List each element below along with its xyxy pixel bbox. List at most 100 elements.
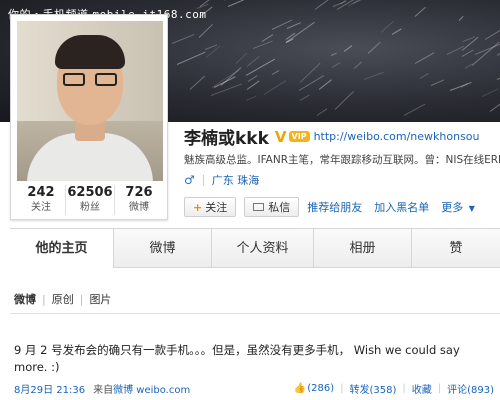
stat-fans[interactable]: 62506 粉丝 bbox=[66, 185, 115, 215]
thumbs-up-icon: 👍 bbox=[293, 383, 307, 394]
separator: | bbox=[42, 292, 46, 306]
star-trail bbox=[414, 6, 427, 17]
post-time-link[interactable]: 8月29日 21:36 bbox=[14, 381, 85, 396]
vip-badge-icon[interactable]: VIP bbox=[288, 131, 310, 142]
star-trail bbox=[391, 28, 402, 35]
tab-likes[interactable]: 赞 bbox=[412, 229, 500, 268]
filter-all[interactable]: 微博 bbox=[14, 291, 36, 307]
profile-url-link[interactable]: http://weibo.com/newkhonsou bbox=[314, 130, 480, 143]
blacklist-link[interactable]: 加入黑名单 bbox=[374, 199, 429, 215]
location-link[interactable]: 广东 珠海 bbox=[212, 172, 260, 188]
tab-profile-info[interactable]: 个人资料 bbox=[212, 229, 314, 268]
male-icon: ♂ bbox=[184, 173, 195, 187]
profile-stats: 242 关注 62506 粉丝 726 微博 bbox=[17, 185, 163, 215]
star-trail bbox=[189, 75, 205, 90]
star-trail bbox=[334, 90, 354, 110]
star-trail bbox=[176, 52, 206, 66]
message-button[interactable]: 私信 bbox=[244, 197, 300, 217]
star-trail bbox=[300, 93, 311, 101]
separator: | bbox=[437, 383, 442, 394]
more-menu[interactable]: 更多 ▼ bbox=[441, 199, 475, 215]
follow-button[interactable]: + 关注 bbox=[184, 197, 237, 217]
star-trail bbox=[318, 78, 332, 90]
stat-posts-count: 726 bbox=[125, 185, 153, 200]
star-trail bbox=[331, 62, 341, 69]
stat-posts[interactable]: 726 微博 bbox=[115, 185, 163, 215]
chevron-down-icon: ▼ bbox=[468, 204, 475, 213]
star-trail bbox=[420, 73, 430, 80]
separator: | bbox=[79, 292, 84, 306]
divider bbox=[202, 174, 204, 186]
profile-actions: + 关注 私信 推荐给朋友 加入黑名单 更多 ▼ bbox=[184, 197, 475, 217]
star-trail bbox=[403, 103, 426, 117]
star-trail bbox=[474, 41, 500, 55]
stat-fans-count: 62506 bbox=[67, 185, 113, 200]
post-source-link[interactable]: 微博 weibo.com bbox=[113, 381, 190, 396]
star-trail bbox=[235, 52, 248, 65]
recommend-link[interactable]: 推荐给朋友 bbox=[307, 199, 362, 215]
separator: | bbox=[402, 383, 406, 394]
star-trail bbox=[353, 61, 362, 69]
star-trail bbox=[458, 15, 464, 21]
profile-meta: ♂ 广东 珠海 bbox=[184, 172, 259, 188]
star-trail bbox=[363, 72, 384, 81]
stat-posts-label: 微博 bbox=[129, 202, 149, 213]
star-trail bbox=[316, 108, 327, 116]
star-trail bbox=[414, 52, 435, 65]
filter-original[interactable]: 原创 bbox=[52, 291, 74, 307]
star-trail bbox=[287, 21, 302, 29]
star-trail bbox=[245, 95, 257, 101]
like-button[interactable]: 👍(286) bbox=[294, 383, 334, 394]
star-trail bbox=[299, 62, 321, 84]
star-trail bbox=[271, 19, 292, 31]
more-menu-label: 更多 bbox=[441, 201, 464, 214]
like-count: (286) bbox=[307, 383, 335, 394]
repost-button[interactable]: 转发(358) bbox=[349, 381, 396, 396]
star-trail bbox=[172, 34, 195, 45]
star-trail bbox=[247, 74, 257, 82]
stat-fans-label: 粉丝 bbox=[80, 202, 100, 213]
star-trail bbox=[380, 21, 394, 34]
post-text: 9 月 2 号发布会的确只有一款手机。。。但是，虽然没有更多手机， Wish w… bbox=[14, 343, 460, 374]
envelope-icon bbox=[253, 203, 265, 211]
profile-tabs: 他的主页 微博 个人资料 相册 赞 bbox=[10, 228, 500, 268]
profile-name: 李楠或kkk bbox=[184, 129, 269, 149]
tab-home[interactable]: 他的主页 bbox=[10, 229, 114, 268]
star-trail bbox=[263, 80, 286, 95]
stat-following-label: 关注 bbox=[31, 202, 51, 213]
comment-button[interactable]: 评论(893) bbox=[447, 381, 494, 396]
avatar-card: 242 关注 62506 粉丝 726 微博 bbox=[10, 14, 168, 220]
star-trail bbox=[367, 41, 382, 54]
feed-filters: 微博 | 原创 | 图片 bbox=[14, 291, 111, 307]
message-button-label: 私信 bbox=[268, 201, 291, 214]
star-trail bbox=[461, 50, 474, 58]
post-meta: 8月29日 21:36 来自 微博 weibo.com 👍(286) | 转发(… bbox=[14, 381, 494, 396]
star-trail bbox=[271, 70, 280, 75]
star-trail bbox=[449, 82, 472, 92]
stat-following-count: 242 bbox=[27, 185, 55, 200]
star-trail bbox=[430, 79, 445, 86]
star-trail bbox=[330, 52, 337, 56]
star-trail bbox=[489, 92, 500, 113]
post-actions: 👍(286) | 转发(358) | 收藏 | 评论(893) bbox=[294, 381, 494, 396]
filter-images[interactable]: 图片 bbox=[89, 291, 111, 307]
verified-icon[interactable]: V bbox=[275, 128, 287, 146]
star-trail bbox=[464, 63, 473, 70]
star-trail bbox=[496, 74, 500, 81]
separator: | bbox=[340, 383, 344, 394]
tab-weibo[interactable]: 微博 bbox=[114, 229, 212, 268]
profile-bio: 魅族高级总监。IFANR主笔，常年跟踪移动互联网。曾：NIS在线ERP系统 bbox=[184, 154, 500, 166]
tab-album[interactable]: 相册 bbox=[314, 229, 412, 268]
star-trail bbox=[343, 44, 353, 52]
star-trail bbox=[285, 21, 316, 43]
star-trail bbox=[198, 23, 214, 38]
follow-button-label: 关注 bbox=[205, 201, 228, 214]
favorite-button[interactable]: 收藏 bbox=[412, 381, 432, 396]
star-trail bbox=[484, 29, 500, 40]
plus-icon: + bbox=[193, 200, 203, 214]
avatar[interactable] bbox=[17, 21, 163, 181]
star-trail bbox=[481, 88, 499, 98]
stat-following[interactable]: 242 关注 bbox=[17, 185, 66, 215]
post-source-label: 来自 bbox=[93, 385, 114, 396]
star-trail bbox=[252, 40, 273, 50]
